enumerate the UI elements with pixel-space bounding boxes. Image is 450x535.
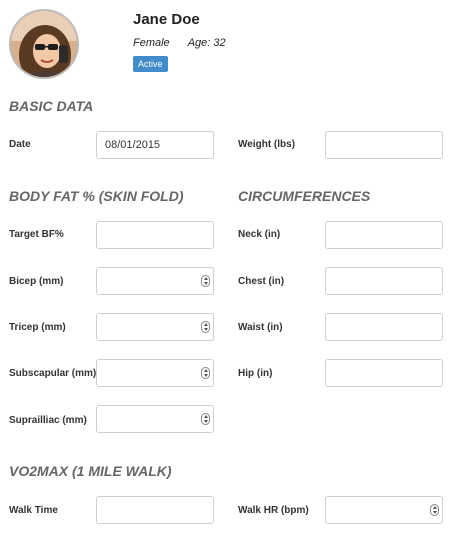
walk-hr-label: Walk HR (bpm) [238,505,309,516]
walk-hr-input[interactable] [325,496,443,524]
section-heading-body-fat: BODY FAT % (SKIN FOLD) [9,188,184,204]
tricep-stepper[interactable] [96,313,214,341]
tricep-input[interactable] [96,313,214,341]
section-heading-basic-data: BASIC DATA [9,98,94,114]
target-bf-label: Target BF% [9,229,64,240]
bicep-stepper[interactable] [96,267,214,295]
neck-label: Neck (in) [238,229,281,240]
walk-time-label: Walk Time [9,505,58,516]
spinner-icon[interactable] [201,321,210,333]
profile-header: Jane Doe Female Age: 32 Active [9,9,449,89]
neck-input[interactable] [325,221,443,249]
spinner-icon[interactable] [201,413,210,425]
status-badge: Active [133,56,168,72]
weight-input[interactable] [325,131,443,159]
spinner-icon[interactable] [201,367,210,379]
hip-label: Hip (in) [238,368,273,379]
avatar [9,9,79,79]
weight-label: Weight (lbs) [238,139,296,150]
subscapular-label: Subscapular (mm) [9,368,97,379]
waist-label: Waist (in) [238,322,283,333]
date-input[interactable] [96,131,214,159]
target-bf-input[interactable] [96,221,214,249]
bicep-label: Bicep (mm) [9,276,64,287]
section-heading-vo2max: VO2MAX (1 MILE WALK) [9,463,172,479]
avatar-photo-icon [11,11,77,77]
section-heading-circumferences: CIRCUMFERENCES [238,188,371,204]
suprailliac-input[interactable] [96,405,214,433]
walk-time-input[interactable] [96,496,214,524]
profile-meta: Female Age: 32 [133,37,226,49]
spinner-icon[interactable] [430,504,439,516]
subscapular-input[interactable] [96,359,214,387]
bicep-input[interactable] [96,267,214,295]
tricep-label: Tricep (mm) [9,322,66,333]
date-label: Date [9,139,31,150]
chest-label: Chest (in) [238,276,285,287]
profile-gender: Female [133,37,170,49]
hip-input[interactable] [325,359,443,387]
suprailliac-label: Suprailliac (mm) [9,415,87,426]
walk-hr-stepper[interactable] [325,496,443,524]
spinner-icon[interactable] [201,275,210,287]
profile-age: Age: 32 [187,37,226,49]
subscapular-stepper[interactable] [96,359,214,387]
suprailliac-stepper[interactable] [96,405,214,433]
profile-name: Jane Doe [133,11,200,28]
chest-input[interactable] [325,267,443,295]
waist-input[interactable] [325,313,443,341]
